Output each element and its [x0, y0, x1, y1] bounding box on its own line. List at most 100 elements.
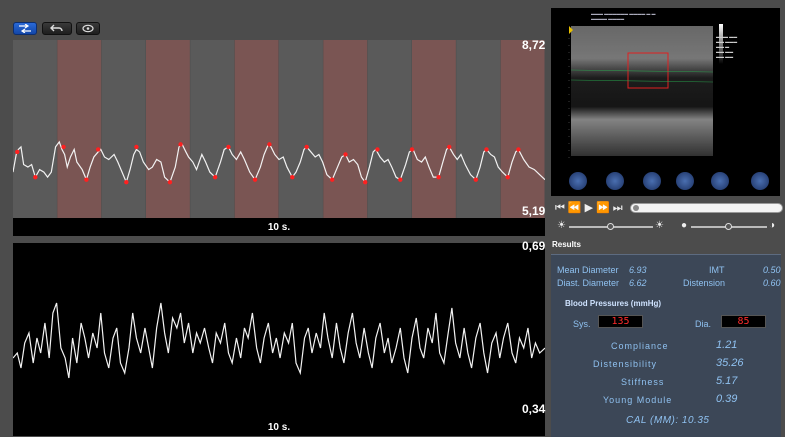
peak-marker: [473, 177, 479, 182]
distension-label: Distension: [683, 278, 726, 288]
cycle-band: [146, 40, 190, 218]
top-chart-min-label: 5,19: [522, 204, 546, 218]
peak-marker: [447, 144, 452, 150]
cycle-band: [13, 40, 57, 218]
peak-marker: [134, 144, 139, 150]
cycle-band: [190, 40, 235, 218]
top-chart-max-label: 8,72: [522, 38, 546, 52]
compare-button[interactable]: [13, 22, 37, 35]
compare-icon: [19, 24, 31, 33]
peak-marker: [61, 144, 66, 150]
step-back-icon[interactable]: ⏪: [568, 202, 582, 214]
peak-marker: [398, 177, 403, 182]
peak-marker: [330, 177, 335, 182]
peak-marker: [484, 147, 489, 152]
peak-marker: [343, 152, 348, 157]
results-panel: Mean Diameter 6.93 Diast. Diameter 6.62 …: [551, 254, 781, 437]
cycle-band: [101, 40, 146, 218]
ultrasound-control-button-2[interactable]: [606, 172, 624, 190]
cycle-band: [412, 40, 456, 218]
secondary-waveform-line: [13, 302, 545, 379]
mean-diameter-value: 6.93: [629, 265, 647, 275]
ultrasound-header-text: ▬▬▬ ▬▬▬▬▬▬ ▬▬▬▬ ▬ ▬ ▬▬▬▬ ▬▬▬▬: [591, 11, 656, 21]
playback-controls: ⏮ ⏪ ▶ ⏩ ⏭: [555, 200, 783, 216]
contrast-slider-knob[interactable]: [725, 223, 732, 230]
peak-marker: [178, 142, 183, 147]
contrast-high-icon: ◑: [769, 220, 776, 231]
ultrasound-params-text: ▬▬▬ ▬▬ ▬▬ ▬▬▬ ▬▬ ▬ ▬▬ ▬▬ ▬▬ ▬▬: [716, 34, 738, 59]
compliance-value: 1.21: [716, 339, 738, 351]
view-button[interactable]: [76, 22, 100, 35]
diast-diameter-value: 6.62: [629, 278, 647, 288]
peak-marker: [516, 147, 521, 152]
distension-value: 0.60: [763, 278, 781, 288]
distensibility-label: Distensibility: [593, 359, 658, 369]
peak-marker: [290, 174, 295, 180]
cycle-band: [456, 40, 501, 218]
bottom-chart-max-label: 0,69: [522, 239, 546, 253]
peak-marker: [505, 174, 510, 180]
cycle-band: [234, 40, 279, 218]
peak-marker: [212, 174, 218, 180]
young-module-label: Young Module: [603, 395, 673, 405]
eye-icon: [82, 24, 94, 33]
brightness-low-icon: ☀: [557, 220, 566, 231]
dia-value-display[interactable]: 85: [721, 315, 766, 328]
brightness-slider-knob[interactable]: [607, 223, 614, 230]
cycle-band: [57, 40, 102, 218]
imt-label: IMT: [709, 265, 725, 275]
undo-button[interactable]: [42, 22, 72, 35]
mean-diameter-label: Mean Diameter: [557, 265, 619, 275]
cycle-band: [500, 40, 545, 218]
peak-marker: [95, 147, 101, 152]
peak-marker: [304, 144, 309, 150]
scrubber-knob[interactable]: [632, 205, 639, 211]
peak-marker: [409, 147, 415, 152]
peak-marker: [375, 147, 380, 152]
peak-marker: [15, 149, 20, 155]
blood-pressures-title: Blood Pressures (mmHg): [565, 299, 662, 308]
cycle-band: [279, 40, 323, 218]
image-adjust-sliders: ☀ ☀ ● ◑: [555, 220, 783, 234]
cycle-band: [323, 40, 368, 218]
playback-scrubber[interactable]: [629, 203, 783, 213]
ultrasound-scan-image: [568, 24, 723, 158]
ultrasound-control-button-4[interactable]: [676, 172, 694, 190]
imt-value: 0.50: [763, 265, 781, 275]
contrast-low-icon: ●: [681, 220, 688, 231]
ultrasound-control-button-3[interactable]: [643, 172, 661, 190]
brightness-high-icon: ☀: [655, 220, 664, 231]
secondary-waveform-chart: [13, 243, 545, 418]
peak-marker: [267, 142, 272, 147]
distensibility-value: 35.26: [716, 357, 744, 369]
play-icon[interactable]: ▶: [585, 202, 593, 214]
ultrasound-control-button-1[interactable]: [569, 172, 587, 190]
undo-icon: [50, 24, 63, 32]
step-forward-icon[interactable]: ⏩: [596, 202, 610, 214]
peak-marker: [124, 179, 129, 185]
top-chart-time-caption: 10 s.: [13, 218, 545, 236]
young-module-value: 0.39: [716, 393, 738, 405]
peak-marker: [226, 144, 231, 150]
ultrasound-control-button-6[interactable]: [751, 172, 769, 190]
ultrasound-image[interactable]: ▬▬▬ ▬▬▬▬▬▬ ▬▬▬▬ ▬ ▬ ▬▬▬▬ ▬▬▬▬ ▬▬▬ ▬▬ ▬▬ ▬▬…: [551, 8, 780, 196]
skip-end-icon[interactable]: ⏭: [613, 202, 623, 214]
peak-marker: [33, 174, 38, 180]
sys-value-display[interactable]: 135: [598, 315, 643, 328]
bottom-chart-time-caption: 10 s.: [13, 418, 545, 436]
bottom-chart-min-label: 0,34: [522, 402, 546, 416]
ultrasound-control-button-5[interactable]: [711, 172, 729, 190]
stiffness-value: 5.17: [716, 375, 738, 387]
calibration-readout: CAL (MM): 10.35: [626, 415, 710, 426]
dia-label: Dia.: [695, 319, 712, 329]
stiffness-label: Stiffness: [621, 377, 665, 387]
results-title: Results: [552, 240, 581, 249]
vascular-analysis-screen: 8,72 5,19 10 s. 0,69 0,34 10 s. ▬▬▬ ▬▬▬▬…: [0, 0, 785, 437]
peak-marker: [167, 179, 173, 185]
skip-start-icon[interactable]: ⏮: [555, 202, 565, 214]
cycle-band: [367, 40, 412, 218]
compliance-label: Compliance: [611, 341, 669, 351]
peak-marker: [362, 179, 368, 185]
peak-marker: [84, 177, 89, 182]
diameter-waveform-chart: [13, 40, 545, 218]
